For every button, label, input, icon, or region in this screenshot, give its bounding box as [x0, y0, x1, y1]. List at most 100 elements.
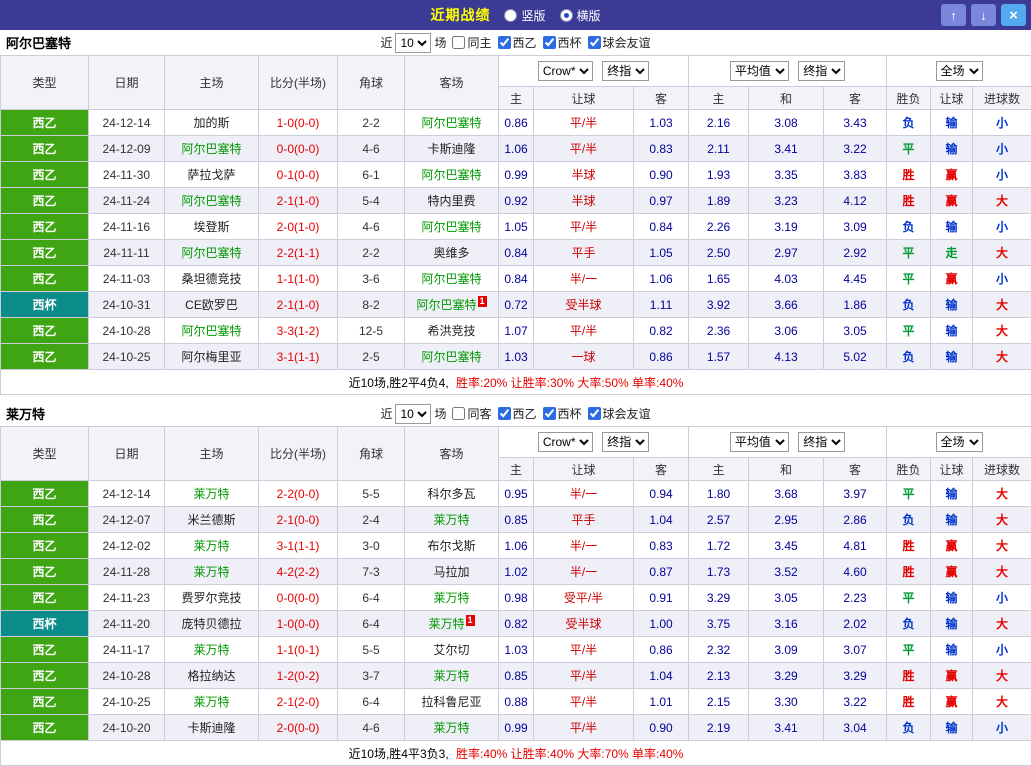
odds-source-select[interactable]: Crow*	[538, 432, 593, 452]
date-cell: 24-11-24	[89, 188, 165, 214]
col-date-header: 日期	[89, 56, 165, 110]
goals-cell: 小	[973, 585, 1031, 611]
page-title: 近期战绩	[430, 5, 490, 25]
summary-rates: 胜率:20% 让胜率:30% 大率:50% 单率:40%	[456, 376, 683, 390]
matches-table: 类型 日期 主场 比分(半场) 角球 客场 Crow* 终指 平均值 终指 全场	[0, 55, 1031, 395]
matches-table: 类型 日期 主场 比分(半场) 角球 客场 Crow* 终指 平均值 终指 全场	[0, 426, 1031, 766]
away-team-cell: 莱万特	[405, 715, 499, 741]
filter-checkbox-same-venue[interactable]: 同客	[452, 405, 491, 422]
goals-cell: 小	[973, 214, 1031, 240]
move-up-button[interactable]: ↑	[941, 4, 966, 26]
score-cell: 2-1(2-0)	[259, 689, 338, 715]
radio-label: 横版	[577, 7, 601, 24]
odds-home-cell: 0.99	[499, 715, 534, 741]
odds-time-select[interactable]: 终指	[602, 432, 649, 452]
scope-select[interactable]: 全场	[936, 61, 983, 81]
date-cell: 24-12-02	[89, 533, 165, 559]
league-cell: 西乙	[1, 507, 89, 533]
friendly-checkbox[interactable]	[588, 407, 601, 420]
col-type-header: 类型	[1, 427, 89, 481]
away-team-cell: 阿尔巴塞特	[405, 110, 499, 136]
score-cell: 2-1(1-0)	[259, 188, 338, 214]
scope-select[interactable]: 全场	[936, 432, 983, 452]
result-cell: 平	[887, 266, 931, 292]
match-count-select[interactable]: 10	[395, 33, 431, 53]
odds-time-select[interactable]: 终指	[602, 61, 649, 81]
handicap-result-cell: 输	[931, 110, 973, 136]
handicap-cell: 半球	[534, 162, 634, 188]
filter-bar: 近 10 场 同客 西乙 西杯 球会友谊	[380, 404, 650, 424]
avg-time-select[interactable]: 终指	[798, 432, 845, 452]
avg-time-select[interactable]: 终指	[798, 61, 845, 81]
avg-home-cell: 2.19	[689, 715, 749, 741]
corner-cell: 2-4	[338, 507, 405, 533]
result-cell: 胜	[887, 162, 931, 188]
handicap-cell: 平/半	[534, 136, 634, 162]
goals-cell: 大	[973, 240, 1031, 266]
close-icon[interactable]: ×	[1001, 4, 1026, 26]
checkbox-label: 球会友谊	[603, 405, 651, 422]
avg-source-select[interactable]: 平均值	[730, 61, 789, 81]
filter-checkbox-friendly[interactable]: 球会友谊	[588, 34, 651, 51]
avg-home-cell: 3.29	[689, 585, 749, 611]
league-cell: 西乙	[1, 344, 89, 370]
layout-radio-vertical[interactable]: 竖版	[504, 7, 545, 24]
away-team-cell: 阿尔巴塞特	[405, 162, 499, 188]
match-row: 西乙24-10-28格拉纳达1-2(0-2)3-7莱万特0.85平/半1.042…	[1, 663, 1031, 689]
same-venue-checkbox[interactable]	[452, 407, 465, 420]
handicap-cell: 平/半	[534, 689, 634, 715]
handicap-result-cell: 赢	[931, 663, 973, 689]
topbar-actions: ↑ ↓ ×	[941, 4, 1026, 26]
date-cell: 24-11-30	[89, 162, 165, 188]
avg-away-cell: 4.12	[824, 188, 887, 214]
filter-checkbox-league[interactable]: 西乙	[498, 405, 537, 422]
sub-away-header: 客	[634, 87, 689, 110]
away-team-cell: 阿尔巴塞特	[405, 214, 499, 240]
cup-checkbox[interactable]	[543, 36, 556, 49]
avg-home-cell: 2.26	[689, 214, 749, 240]
goals-cell: 小	[973, 637, 1031, 663]
avg-source-select[interactable]: 平均值	[730, 432, 789, 452]
handicap-cell: 半/一	[534, 481, 634, 507]
move-down-button[interactable]: ↓	[971, 4, 996, 26]
away-team-cell: 马拉加	[405, 559, 499, 585]
avg-draw-cell: 3.52	[749, 559, 824, 585]
filter-checkbox-cup[interactable]: 西杯	[543, 34, 582, 51]
sub-result-header: 胜负	[887, 87, 931, 110]
avg-away-cell: 3.97	[824, 481, 887, 507]
odds-source-select[interactable]: Crow*	[538, 61, 593, 81]
home-team-cell: 莱万特	[165, 637, 259, 663]
goals-cell: 大	[973, 689, 1031, 715]
radio-icon	[504, 9, 517, 22]
layout-radio-horizontal[interactable]: 横版	[560, 7, 601, 24]
filter-checkbox-friendly[interactable]: 球会友谊	[588, 405, 651, 422]
date-cell: 24-11-28	[89, 559, 165, 585]
away-team-cell: 卡斯迪隆	[405, 136, 499, 162]
match-count-select[interactable]: 10	[395, 404, 431, 424]
cup-checkbox[interactable]	[543, 407, 556, 420]
match-row: 西乙24-10-25阿尔梅里亚3-1(1-1)2-5阿尔巴塞特1.03一球0.8…	[1, 344, 1031, 370]
avg-draw-cell: 3.29	[749, 663, 824, 689]
avg-draw-cell: 3.06	[749, 318, 824, 344]
goals-cell: 大	[973, 344, 1031, 370]
score-cell: 2-0(1-0)	[259, 214, 338, 240]
friendly-checkbox[interactable]	[588, 36, 601, 49]
odds-away-cell: 0.87	[634, 559, 689, 585]
filter-checkbox-same-venue[interactable]: 同主	[452, 34, 491, 51]
filter-checkbox-cup[interactable]: 西杯	[543, 405, 582, 422]
avg-draw-cell: 3.16	[749, 611, 824, 637]
filter-checkbox-league[interactable]: 西乙	[498, 34, 537, 51]
league-checkbox[interactable]	[498, 407, 511, 420]
col-corner-header: 角球	[338, 427, 405, 481]
avg-draw-cell: 3.19	[749, 214, 824, 240]
goals-cell: 大	[973, 481, 1031, 507]
checkbox-label: 同客	[467, 405, 491, 422]
avg-away-cell: 3.29	[824, 663, 887, 689]
corner-cell: 6-4	[338, 611, 405, 637]
odds-away-cell: 1.00	[634, 611, 689, 637]
avg-draw-cell: 3.35	[749, 162, 824, 188]
league-checkbox[interactable]	[498, 36, 511, 49]
date-cell: 24-11-17	[89, 637, 165, 663]
odds-selects-cell: Crow* 终指	[499, 427, 689, 458]
same-venue-checkbox[interactable]	[452, 36, 465, 49]
